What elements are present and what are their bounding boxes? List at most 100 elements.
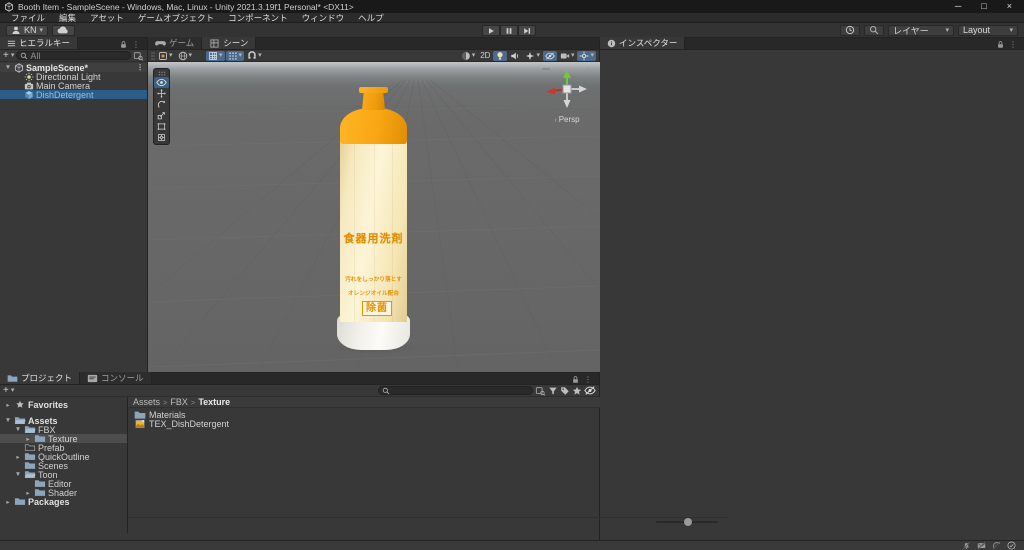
scene-toolbar: ▾ ▾ ▾ ▾ ▾ ▾ 2D ▾ ▾ ▾ xyxy=(148,50,599,62)
search-by-type-icon[interactable] xyxy=(548,386,558,396)
globe-icon xyxy=(178,51,188,61)
tab-scene[interactable]: シーン xyxy=(202,37,257,49)
expand-arrow-icon[interactable]: ▸ xyxy=(24,435,32,443)
tool-settings-dropdown[interactable]: ▾ xyxy=(156,51,175,61)
tree-item-assets[interactable]: ▼ Assets xyxy=(0,416,127,426)
expand-arrow-icon[interactable]: ▼ xyxy=(4,64,12,71)
play-icon xyxy=(487,27,495,35)
create-add-button[interactable]: + xyxy=(3,50,9,61)
pause-button[interactable] xyxy=(500,25,518,36)
menu-item-1[interactable]: 編集 xyxy=(52,13,83,23)
scene-options-icon[interactable]: ⋮ xyxy=(136,63,147,72)
snap-settings-dropdown[interactable]: ▾ xyxy=(245,50,264,61)
breadcrumb-separator: > xyxy=(163,397,168,407)
lock-icon[interactable] xyxy=(572,375,579,384)
grid-snapping-toggle[interactable]: ▾ xyxy=(206,50,225,61)
menu-item-4[interactable]: コンポーネント xyxy=(221,13,295,23)
mail-slash-icon[interactable] xyxy=(977,541,986,550)
folder-open-icon xyxy=(24,470,36,479)
scene-viewport[interactable]: ‹ Persp 食器用洗剤 汚れをしっかり落とす オレンジオイル配合 除菌 xyxy=(148,62,600,372)
menu-item-0[interactable]: ファイル xyxy=(4,13,52,23)
tab-project[interactable]: プロジェクト xyxy=(0,372,81,384)
lock-icon[interactable] xyxy=(997,40,1004,49)
console-icon xyxy=(87,374,98,383)
panel-menu-icon[interactable]: ⋮ xyxy=(584,375,595,384)
tree-item-favorites[interactable]: ▸ Favorites xyxy=(0,400,127,410)
breadcrumb-fbx[interactable]: FBX xyxy=(170,397,188,407)
check-circle-icon[interactable] xyxy=(1007,541,1016,550)
hierarchy-search-label: All xyxy=(30,50,41,61)
menu-item-6[interactable]: ヘルプ xyxy=(351,13,391,23)
hidden-packages-icon[interactable] xyxy=(584,386,596,395)
grid-visibility-dropdown[interactable]: ▾ xyxy=(176,51,195,61)
close-button[interactable]: × xyxy=(1007,0,1012,13)
toolbar-grip-icon[interactable] xyxy=(151,51,155,61)
hierarchy-row-3[interactable]: DishDetergent xyxy=(0,90,147,100)
expand-arrow-icon[interactable]: ▸ xyxy=(4,401,12,409)
tab-hierarchy[interactable]: ヒエラルキー xyxy=(0,37,79,49)
expand-arrow-icon[interactable]: ▸ xyxy=(24,489,32,497)
create-add-button[interactable]: + xyxy=(3,385,9,396)
project-toolbar: + ▾ xyxy=(0,385,599,397)
cloud-button[interactable] xyxy=(52,24,76,36)
lighting-toggle[interactable] xyxy=(493,50,508,61)
audio-toggle[interactable] xyxy=(508,51,522,61)
camera-settings-dropdown[interactable]: ▾ xyxy=(558,51,577,61)
2d-toggle[interactable]: 2D xyxy=(478,51,492,61)
menu-item-2[interactable]: アセット xyxy=(83,13,131,23)
undo-history-button[interactable] xyxy=(840,24,860,36)
panel-menu-icon[interactable]: ⋮ xyxy=(1009,40,1020,49)
expand-arrow-icon[interactable]: ▸ xyxy=(14,453,22,461)
bell-slash-icon[interactable] xyxy=(962,541,971,550)
hierarchy-toolbar: + ▾ All xyxy=(0,50,147,62)
panel-menu-icon[interactable]: ⋮ xyxy=(132,40,143,49)
expand-arrow-icon[interactable]: ▼ xyxy=(4,417,12,424)
search-window-icon[interactable] xyxy=(133,51,144,61)
layers-dropdown[interactable]: レイヤー ▾ xyxy=(888,24,954,36)
account-label: KN xyxy=(24,25,37,35)
hierarchy-search-input[interactable]: All xyxy=(16,50,131,61)
expand-arrow-icon[interactable]: ▼ xyxy=(14,471,22,478)
expand-arrow-icon[interactable]: ▸ xyxy=(4,498,12,506)
play-button[interactable] xyxy=(482,25,500,36)
maximize-button[interactable]: □ xyxy=(981,0,986,13)
layout-dropdown[interactable]: Layout ▾ xyxy=(958,24,1018,36)
bottle-label-line1: 汚れをしっかり落とす xyxy=(345,277,402,283)
hierarchy-tab-label: ヒエラルキー xyxy=(19,38,71,48)
lock-icon[interactable] xyxy=(120,40,127,49)
search-button[interactable] xyxy=(864,24,884,36)
gizmos-dropdown[interactable]: ▾ xyxy=(577,50,596,61)
step-button[interactable] xyxy=(518,25,536,36)
chevron-down-icon: ▾ xyxy=(570,52,575,59)
save-search-icon[interactable] xyxy=(572,386,582,396)
tab-game[interactable]: ゲーム xyxy=(148,37,203,49)
slider-thumb[interactable] xyxy=(684,518,692,526)
thumbnail-size-slider[interactable] xyxy=(656,518,718,526)
cam-icon xyxy=(560,51,570,61)
scene-visibility-toggle[interactable] xyxy=(542,50,557,61)
increment-snap-toggle[interactable]: ▾ xyxy=(225,50,245,61)
open-in-search-icon[interactable] xyxy=(535,386,546,396)
tree-item-packages[interactable]: ▸ Packages xyxy=(0,497,127,507)
breadcrumb-texture[interactable]: Texture xyxy=(198,397,230,407)
folder-icon xyxy=(14,497,26,506)
tree-item-scenes[interactable]: Scenes xyxy=(0,461,127,471)
account-button[interactable]: KN ▾ xyxy=(6,24,49,36)
menu-item-3[interactable]: ゲームオブジェクト xyxy=(131,13,221,23)
search-by-label-icon[interactable] xyxy=(560,386,570,396)
chevron-down-icon: ▾ xyxy=(10,387,15,394)
dish-detergent-model[interactable]: 食器用洗剤 汚れをしっかり落とす オレンジオイル配合 除菌 xyxy=(148,62,600,372)
menu-item-5[interactable]: ウィンドウ xyxy=(295,13,352,23)
tab-inspector[interactable]: インスペクター xyxy=(600,37,686,49)
scene-panel: ゲーム シーン ▾ ▾ ▾ ▾ ▾ ▾ 2D ▾ ▾ ▾ ‹ Persp 食器用… xyxy=(148,37,600,372)
draw-mode-dropdown[interactable]: ▾ xyxy=(459,51,478,61)
refresh-slash-icon[interactable] xyxy=(992,541,1001,550)
minimize-button[interactable]: ─ xyxy=(955,0,961,13)
bottle-label-badge: 除菌 xyxy=(362,301,392,316)
effects-dropdown[interactable]: ▾ xyxy=(523,51,542,61)
asset-item-tex_dishdetergent[interactable]: TEX_DishDetergent xyxy=(128,419,600,429)
expand-arrow-icon[interactable]: ▼ xyxy=(14,426,22,433)
project-search-input[interactable] xyxy=(378,386,533,395)
tab-console[interactable]: コンソール xyxy=(80,372,152,384)
breadcrumb-assets[interactable]: Assets xyxy=(133,397,160,407)
